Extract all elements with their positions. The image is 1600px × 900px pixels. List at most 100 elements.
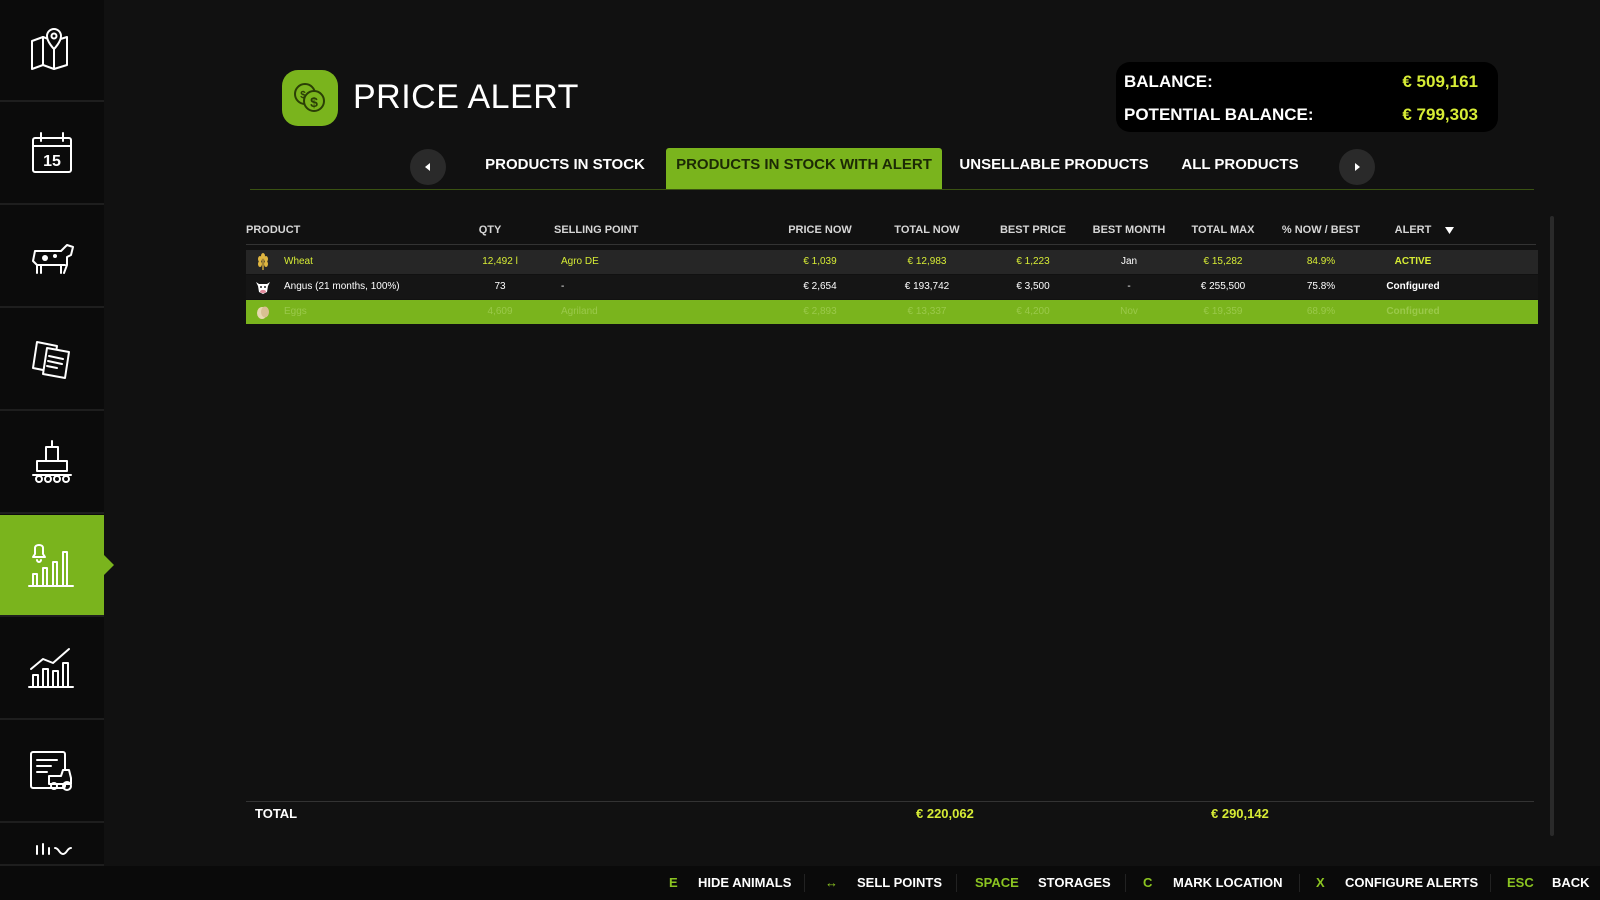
sidebar-item-vehicles[interactable] (0, 721, 104, 823)
tab-products-in-stock-with-alert[interactable]: PRODUCTS IN STOCK WITH ALERT (666, 148, 942, 190)
table-header: PRODUCT QTY SELLING POINT PRICE NOW TOTA… (246, 222, 1536, 245)
map-pin-icon (31, 28, 68, 70)
sidebar-item-map[interactable] (0, 0, 104, 102)
wheat-icon (258, 253, 268, 270)
cell-pct: 84.9% (1306, 256, 1336, 267)
tab-products-in-stock[interactable]: PRODUCTS IN STOCK (476, 148, 654, 190)
cell-total-now: € 193,742 (904, 281, 950, 292)
separator (804, 874, 805, 892)
sidebar-item-animals[interactable] (0, 206, 104, 308)
page-title: PRICE ALERT (353, 78, 579, 116)
col-qty-label: QTY (478, 224, 502, 236)
cell-selling-point: Agro DE (561, 256, 599, 267)
sidebar-item-calendar[interactable]: 15 (0, 103, 104, 205)
price-alert-icon (28, 544, 74, 587)
cell-best-price: € 3,500 (1016, 281, 1050, 292)
tab-next-button[interactable] (1339, 149, 1375, 185)
balance-label: BALANCE: (1124, 72, 1213, 91)
more-icon (36, 843, 72, 855)
back-button[interactable]: BACK (1552, 875, 1590, 890)
potential-balance-value: € 799,303 (1402, 105, 1478, 124)
table-row-selected[interactable]: Eggs 4,609 Agriland € 2,893 € 13,337 € 4… (246, 300, 1538, 324)
cell-selling-point: Agriland (561, 306, 598, 317)
col-best-price-label: BEST PRICE (999, 224, 1067, 236)
cell-best-price: € 4,200 (1016, 306, 1050, 317)
key-space: SPACE (975, 875, 1019, 890)
sort-down-icon[interactable] (1445, 227, 1454, 234)
calendar-day: 15 (43, 153, 61, 170)
col-selling-point[interactable]: SELLING POINT (554, 224, 638, 236)
total-divider (246, 801, 1534, 802)
cell-alert: Configured (1386, 306, 1440, 317)
table-scrollbar[interactable] (1550, 216, 1554, 836)
tab-prev-button[interactable] (410, 149, 446, 185)
sidebar-item-contracts[interactable] (0, 309, 104, 411)
svg-text:$: $ (300, 90, 306, 101)
col-alert-label: ALERT (1394, 224, 1432, 236)
cell-qty: 73 (494, 281, 506, 292)
sidebar-item-more[interactable] (0, 824, 104, 866)
cell-total-max: € 255,500 (1200, 281, 1246, 292)
egg-icon (257, 306, 269, 319)
sidebar-item-statistics[interactable] (0, 618, 104, 720)
col-total-max-label: TOTAL MAX (1191, 224, 1255, 236)
statistics-icon (28, 648, 74, 688)
table-row[interactable]: Wheat 12,492 l Agro DE € 1,039 € 12,983 … (246, 250, 1538, 274)
tab-unsellable-products[interactable]: UNSELLABLE PRODUCTS (956, 148, 1152, 190)
cow-head-icon (256, 282, 270, 294)
cell-total-now: € 12,983 (907, 256, 947, 267)
cell-total-now: € 13,337 (907, 306, 947, 317)
contracts-icon (32, 341, 70, 379)
separator (1125, 874, 1126, 892)
separator (1299, 874, 1300, 892)
balance-panel: BALANCE: € 509,161 POTENTIAL BALANCE: € … (1116, 62, 1498, 132)
table-row[interactable]: Angus (21 months, 100%) 73 - € 2,654 € 1… (246, 275, 1538, 299)
key-arrows: ↔ (825, 875, 838, 890)
col-product[interactable]: PRODUCT (246, 224, 300, 236)
arrow-right-icon (1355, 163, 1360, 171)
sidebar: 15 (0, 0, 114, 866)
cell-total-max: € 15,282 (1203, 256, 1243, 267)
coins-icon: $ $ (294, 83, 325, 112)
price-alert-logo: $ $ (282, 70, 338, 126)
key-x: X (1316, 875, 1325, 890)
cell-pct: 75.8% (1306, 281, 1336, 292)
col-price-now-label: PRICE NOW (788, 224, 852, 236)
arrow-left-icon (425, 163, 430, 171)
cell-best-month: Nov (1120, 306, 1138, 317)
cell-price-now: € 1,039 (803, 256, 837, 267)
configure-alerts-button[interactable]: CONFIGURE ALERTS (1345, 875, 1478, 890)
storages-button[interactable]: STORAGES (1038, 875, 1111, 890)
tab-all-products[interactable]: ALL PRODUCTS (1176, 148, 1304, 190)
sell-points-button[interactable]: SELL POINTS (857, 875, 942, 890)
calendar-icon: 15 (32, 132, 72, 173)
hide-animals-button[interactable]: HIDE ANIMALS (698, 875, 791, 890)
col-total-now-label: TOTAL NOW (894, 224, 960, 236)
cell-alert: Configured (1386, 281, 1440, 292)
bottom-action-bar: E HIDE ANIMALS ↔ SELL POINTS SPACE STORA… (0, 866, 1600, 900)
key-e: E (669, 875, 678, 890)
cell-pct: 68.9% (1306, 306, 1336, 317)
cell-best-month: Jan (1120, 256, 1138, 267)
cell-product: Wheat (284, 256, 313, 267)
cell-qty: 4,609 (487, 306, 513, 317)
cell-price-now: € 2,893 (803, 306, 837, 317)
cell-alert: ACTIVE (1394, 256, 1432, 267)
tabs-underline (250, 189, 1534, 190)
separator (956, 874, 957, 892)
sidebar-item-price-alert[interactable] (0, 515, 114, 617)
cell-selling-point: - (561, 281, 565, 292)
cell-qty: 12,492 l (482, 256, 518, 267)
key-c: C (1143, 875, 1153, 890)
vehicle-list-icon (30, 751, 72, 791)
total-now-value: € 220,062 (916, 806, 974, 821)
mark-location-button[interactable]: MARK LOCATION (1173, 875, 1283, 890)
cow-icon (32, 244, 74, 274)
production-icon (32, 440, 72, 483)
svg-text:$: $ (310, 94, 318, 110)
key-esc: ESC (1507, 875, 1534, 890)
cell-best-price: € 1,223 (1016, 256, 1050, 267)
total-max-value: € 290,142 (1211, 806, 1269, 821)
sidebar-item-production[interactable] (0, 412, 104, 514)
cell-product: Eggs (284, 306, 307, 317)
